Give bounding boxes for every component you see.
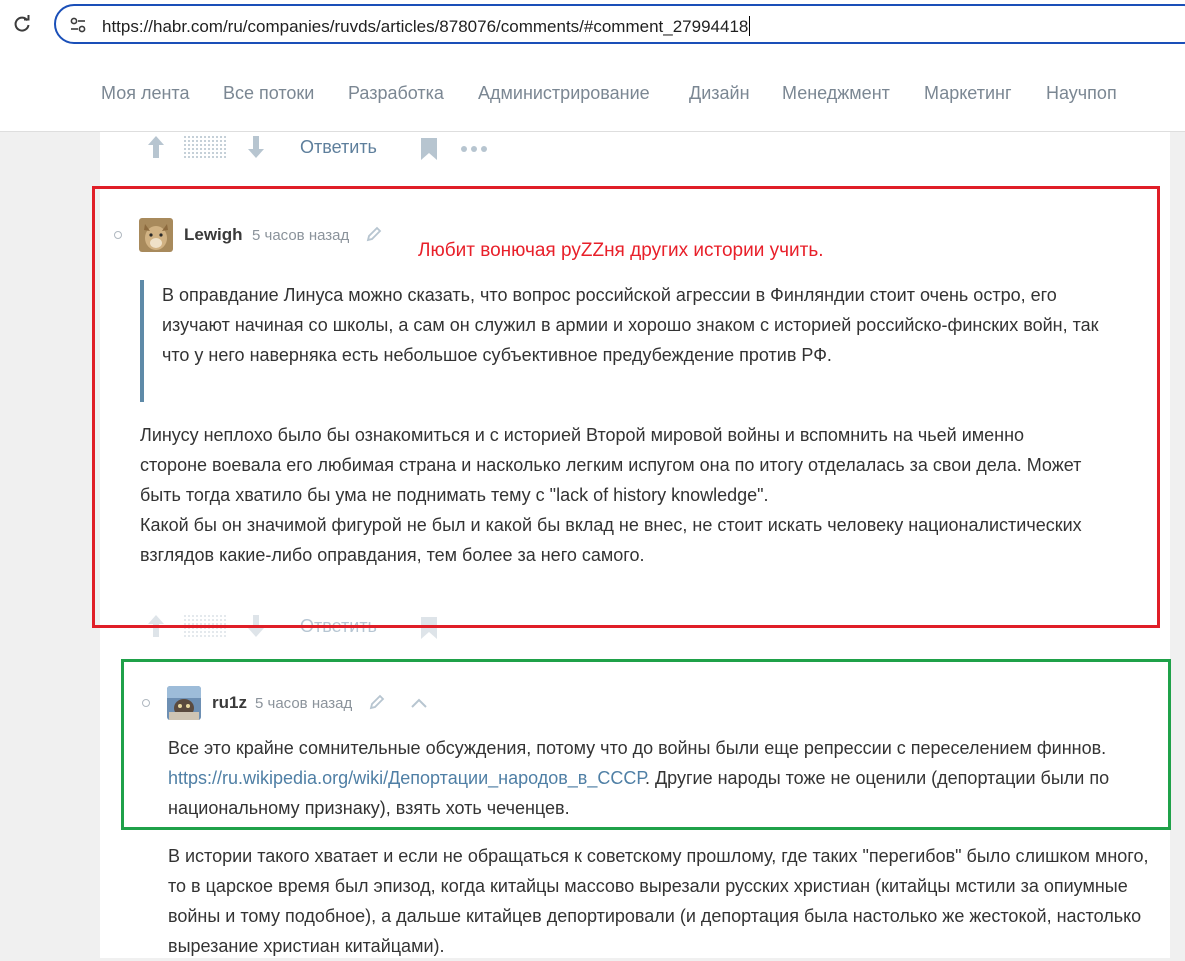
address-bar[interactable]: https://habr.com/ru/companies/ruvds/arti…	[54, 4, 1185, 44]
downvote-arrow-icon[interactable]	[246, 134, 266, 160]
habr-nav: Моя лента Все потоки Разработка Админист…	[0, 52, 1185, 132]
nav-item-management[interactable]: Менеджмент	[782, 83, 890, 104]
nav-item-marketing[interactable]: Маркетинг	[924, 83, 1012, 104]
comment-body-paragraph: В истории такого хватает и если не обращ…	[168, 846, 1149, 956]
annotation-text: Любит вонючая руZZня других истории учит…	[418, 240, 824, 261]
nav-item-administration[interactable]: Администрирование	[478, 83, 650, 104]
green-annotation-box	[121, 659, 1171, 830]
comment-actions: Ответить	[146, 134, 546, 164]
reload-icon[interactable]	[10, 12, 34, 36]
bookmark-icon[interactable]	[420, 137, 438, 161]
rating-hidden-icon	[184, 136, 228, 160]
nav-item-development[interactable]: Разработка	[348, 83, 444, 104]
site-settings-icon[interactable]	[68, 15, 88, 35]
more-options-icon[interactable]	[460, 145, 488, 153]
text-caret	[749, 16, 751, 36]
nav-item-all-streams[interactable]: Все потоки	[223, 83, 314, 104]
reply-button[interactable]: Ответить	[300, 137, 377, 158]
url-text[interactable]: https://habr.com/ru/companies/ruvds/arti…	[102, 16, 751, 37]
upvote-arrow-icon[interactable]	[146, 134, 166, 160]
browser-toolbar: https://habr.com/ru/companies/ruvds/arti…	[0, 0, 1185, 52]
nav-item-popsci[interactable]: Научпоп	[1046, 83, 1117, 104]
nav-item-my-feed[interactable]: Моя лента	[101, 83, 189, 104]
nav-item-design[interactable]: Дизайн	[689, 83, 750, 104]
